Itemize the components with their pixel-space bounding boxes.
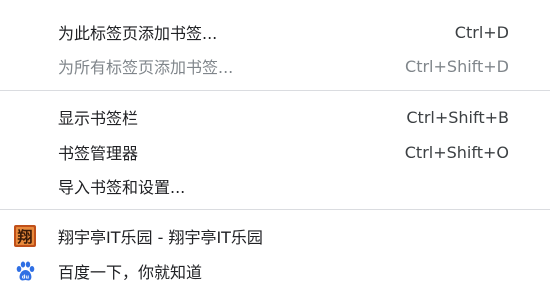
- menu-item-shortcut: Ctrl+Shift+B: [406, 107, 509, 127]
- import-bookmarks-settings[interactable]: 导入书签和设置...: [0, 169, 550, 203]
- svg-text:du: du: [22, 275, 30, 281]
- show-bookmarks-bar[interactable]: 显示书签栏 Ctrl+Shift+B: [0, 100, 550, 134]
- menu-item-shortcut: Ctrl+Shift+O: [404, 142, 509, 162]
- menu-separator: [0, 209, 550, 210]
- xiangyu-favicon-icon: 翔: [14, 225, 36, 247]
- menu-item-shortcut: Ctrl+D: [454, 22, 509, 42]
- menu-item-label: 为此标签页添加书签...: [58, 24, 218, 43]
- bookmarks-menu: 为此标签页添加书签... Ctrl+D 为所有标签页添加书签... Ctrl+S…: [0, 0, 550, 290]
- bookmark-item-baidu[interactable]: du 百度一下，你就知道: [0, 254, 550, 288]
- menu-item-shortcut: Ctrl+Shift+D: [405, 56, 509, 76]
- menu-item-label: 为所有标签页添加书签...: [58, 58, 234, 77]
- baidu-paw-icon: du: [16, 261, 35, 281]
- svg-text:翔: 翔: [16, 228, 32, 246]
- bookmark-manager[interactable]: 书签管理器 Ctrl+Shift+O: [0, 135, 550, 169]
- add-bookmark-all-tabs[interactable]: 为所有标签页添加书签... Ctrl+Shift+D: [0, 49, 550, 83]
- bookmark-label: 翔宇亭IT乐园 - 翔宇亭IT乐园: [58, 228, 263, 247]
- menu-item-label: 导入书签和设置...: [58, 178, 186, 197]
- menu-separator: [0, 90, 550, 91]
- add-bookmark-this-tab[interactable]: 为此标签页添加书签... Ctrl+D: [0, 15, 550, 49]
- bookmark-item-xiangyu[interactable]: 翔 翔宇亭IT乐园 - 翔宇亭IT乐园: [0, 219, 550, 253]
- menu-item-label: 显示书签栏: [58, 109, 139, 128]
- menu-item-label: 书签管理器: [58, 144, 139, 163]
- bookmark-label: 百度一下，你就知道: [58, 263, 203, 282]
